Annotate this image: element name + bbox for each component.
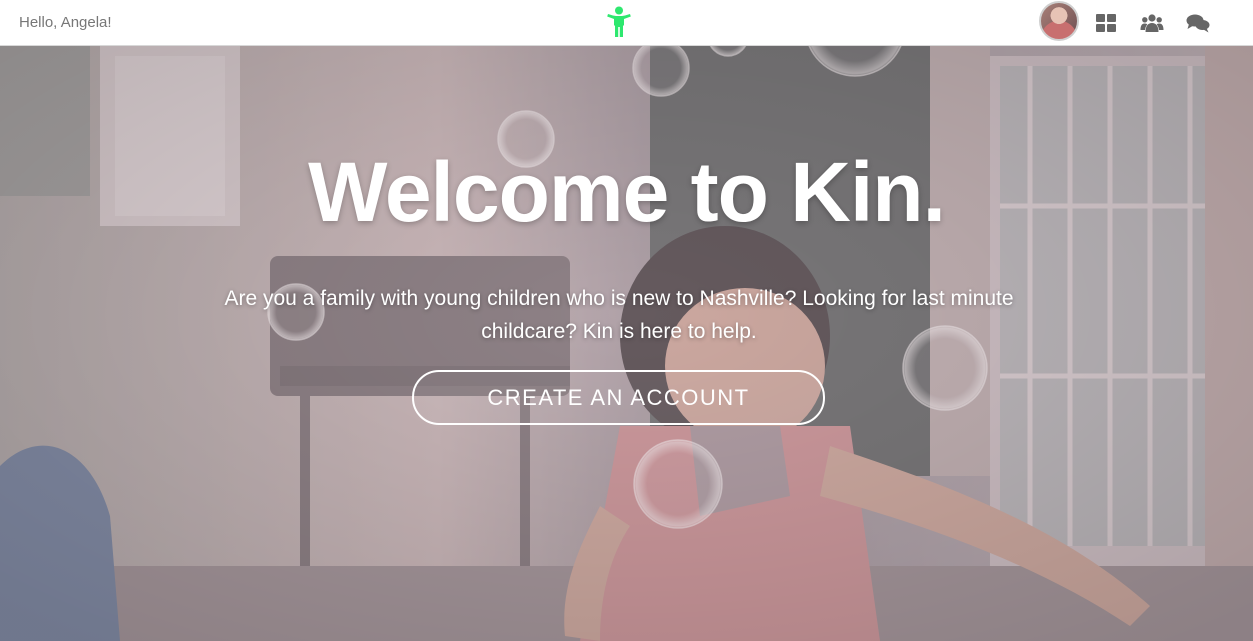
- top-nav-bar: Hello, Angela!: [0, 0, 1253, 46]
- user-avatar[interactable]: [1039, 1, 1079, 41]
- create-account-button[interactable]: CREATE AN ACCOUNT: [412, 370, 825, 425]
- group-users-icon[interactable]: [1140, 11, 1164, 35]
- kin-logo-icon[interactable]: [606, 6, 632, 38]
- chat-bubbles-icon[interactable]: [1186, 11, 1210, 35]
- dashboard-grid-icon[interactable]: [1094, 11, 1118, 35]
- hero-subtitle: Are you a family with young children who…: [224, 287, 1014, 343]
- greeting-text: Hello, Angela!: [19, 14, 112, 31]
- hero-title: Welcome to Kin.: [308, 145, 946, 239]
- app-root: Hello, Angela! Welcome to Kin. Are you a…: [0, 0, 1253, 641]
- hero-section: Welcome to Kin. Are you a family with yo…: [0, 46, 1253, 641]
